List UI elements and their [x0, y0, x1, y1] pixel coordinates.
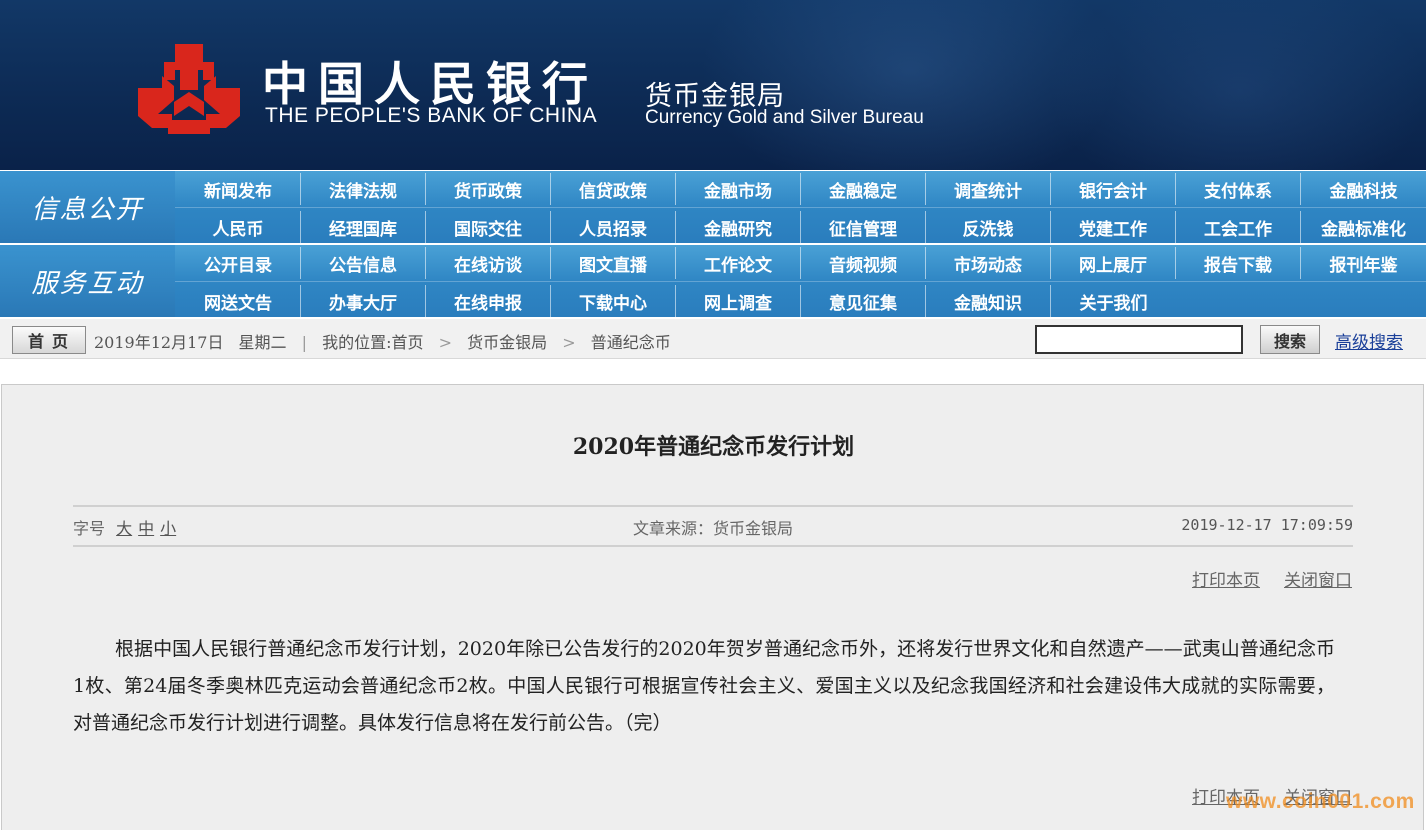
article-title: 2020年普通纪念币发行计划	[572, 434, 855, 460]
nav-item[interactable]: 网上调查	[676, 285, 801, 317]
nav-item[interactable]: 国际交往	[426, 211, 551, 243]
nav-group-label: 信息公开	[0, 171, 175, 243]
nav-info-disclosure: 信息公开 新闻发布 法律法规 货币政策 信贷政策 金融市场 金融稳定 调查统计 …	[0, 171, 1426, 243]
nav-item[interactable]: 党建工作	[1051, 211, 1176, 243]
nav-item[interactable]: 支付体系	[1176, 173, 1301, 205]
bureau-name-en: Currency Gold and Silver Bureau	[645, 107, 924, 128]
font-size-large[interactable]: 大	[116, 519, 132, 538]
divider: |	[301, 333, 308, 352]
current-date: 2019年12月17日	[94, 333, 224, 352]
search-button[interactable]: 搜索	[1260, 325, 1320, 354]
nav-item[interactable]: 报告下载	[1176, 247, 1301, 279]
nav-item[interactable]: 人员招录	[551, 211, 676, 243]
print-page-link[interactable]: 打印本页	[1192, 571, 1260, 591]
site-banner: 中国人民银行 THE PEOPLE'S BANK OF CHINA 货币金银局 …	[0, 0, 1426, 170]
nav-item[interactable]: 工作论文	[676, 247, 801, 279]
breadcrumb: 2019年12月17日 星期二 | 我的位置:首页 > 货币金银局 > 普通纪念…	[94, 329, 671, 353]
nav-item[interactable]: 金融研究	[676, 211, 801, 243]
nav-item[interactable]: 调查统计	[926, 173, 1051, 205]
nav-item[interactable]: 货币政策	[426, 173, 551, 205]
font-size-medium[interactable]: 中	[138, 519, 154, 538]
nav-item[interactable]: 在线访谈	[426, 247, 551, 279]
nav-item[interactable]: 金融稳定	[801, 173, 926, 205]
chevron-right-icon: >	[562, 333, 576, 352]
nav-item[interactable]: 市场动态	[926, 247, 1051, 279]
breadcrumb-bar: 首页 2019年12月17日 星期二 | 我的位置:首页 > 货币金银局 > 普…	[0, 319, 1426, 359]
advanced-search-link[interactable]: 高级搜索	[1335, 328, 1403, 353]
nav-item[interactable]: 法律法规	[301, 173, 426, 205]
font-size-small[interactable]: 小	[160, 519, 176, 538]
nav-item[interactable]: 银行会计	[1051, 173, 1176, 205]
breadcrumb-commemorative-coins[interactable]: 普通纪念币	[591, 329, 671, 353]
nav-item[interactable]: 网送文告	[176, 285, 301, 317]
current-weekday: 星期二	[238, 333, 287, 352]
nav-item[interactable]: 新闻发布	[176, 173, 301, 205]
nav-row: 公开目录 公告信息 在线访谈 图文直播 工作论文 音频视频 市场动态 网上展厅 …	[176, 247, 1426, 279]
nav-item[interactable]: 金融知识	[926, 285, 1051, 317]
nav-row: 人民币 经理国库 国际交往 人员招录 金融研究 征信管理 反洗钱 党建工作 工会…	[176, 211, 1426, 243]
nav-item[interactable]: 办事大厅	[301, 285, 426, 317]
publish-datetime: 2019-12-17 17:09:59	[1181, 516, 1353, 534]
site-watermark: www.coin001.com	[1226, 790, 1415, 813]
home-button[interactable]: 首页	[12, 326, 86, 354]
nav-item[interactable]: 网上展厅	[1051, 247, 1176, 279]
nav-grid: 新闻发布 法律法规 货币政策 信贷政策 金融市场 金融稳定 调查统计 银行会计 …	[176, 171, 1426, 243]
nav-item[interactable]: 金融标准化	[1301, 211, 1426, 243]
article-meta-bar: 文章来源：货币金银局 字号 大中小 2019-12-17 17:09:59	[73, 505, 1353, 547]
nav-item[interactable]: 金融科技	[1301, 173, 1426, 205]
article-source: 文章来源：货币金银局	[632, 519, 793, 538]
nav-grid: 公开目录 公告信息 在线访谈 图文直播 工作论文 音频视频 市场动态 网上展厅 …	[176, 245, 1426, 317]
nav-item[interactable]: 金融市场	[676, 173, 801, 205]
article-panel: 2020年普通纪念币发行计划 文章来源：货币金银局 字号 大中小 2019-12…	[1, 384, 1424, 830]
nav-item[interactable]: 下载中心	[551, 285, 676, 317]
banner-glow	[1050, 0, 1426, 170]
breadcrumb-bureau[interactable]: 货币金银局	[467, 329, 547, 353]
nav-item[interactable]: 公告信息	[301, 247, 426, 279]
nav-item[interactable]: 人民币	[176, 211, 301, 243]
nav-item[interactable]: 工会工作	[1176, 211, 1301, 243]
nav-item[interactable]: 反洗钱	[926, 211, 1051, 243]
nav-service-interaction: 服务互动 公开目录 公告信息 在线访谈 图文直播 工作论文 音频视频 市场动态 …	[0, 245, 1426, 317]
nav-item[interactable]: 信贷政策	[551, 173, 676, 205]
search-input[interactable]	[1035, 325, 1243, 354]
nav-item[interactable]: 在线申报	[426, 285, 551, 317]
nav-group-label: 服务互动	[0, 245, 175, 317]
bank-name-en: THE PEOPLE'S BANK OF CHINA	[265, 104, 598, 127]
nav-item[interactable]: 经理国库	[301, 211, 426, 243]
nav-item[interactable]: 图文直播	[551, 247, 676, 279]
nav-row: 网送文告 办事大厅 在线申报 下载中心 网上调查 意见征集 金融知识 关于我们	[176, 285, 1426, 317]
nav-item[interactable]: 报刊年鉴	[1301, 247, 1426, 279]
nav-item[interactable]: 征信管理	[801, 211, 926, 243]
nav-item[interactable]: 公开目录	[176, 247, 301, 279]
font-size-switcher: 字号 大中小	[73, 515, 176, 539]
font-size-label: 字号	[73, 519, 106, 538]
close-window-link[interactable]: 关闭窗口	[1284, 571, 1352, 591]
nav-item[interactable]: 音频视频	[801, 247, 926, 279]
nav-item[interactable]: 意见征集	[801, 285, 926, 317]
article-body: 根据中国人民银行普通纪念币发行计划，2020年除已公告发行的2020年贺岁普通纪…	[73, 638, 1335, 734]
chevron-right-icon: >	[438, 333, 453, 352]
nav-row: 新闻发布 法律法规 货币政策 信贷政策 金融市场 金融稳定 调查统计 银行会计 …	[176, 173, 1426, 205]
nav-item[interactable]: 关于我们	[1051, 285, 1176, 317]
article-tools-top: 打印本页 关闭窗口	[1168, 566, 1352, 591]
breadcrumb-home[interactable]: 我的位置:首页	[322, 329, 423, 353]
pboc-logo-icon	[138, 44, 240, 134]
